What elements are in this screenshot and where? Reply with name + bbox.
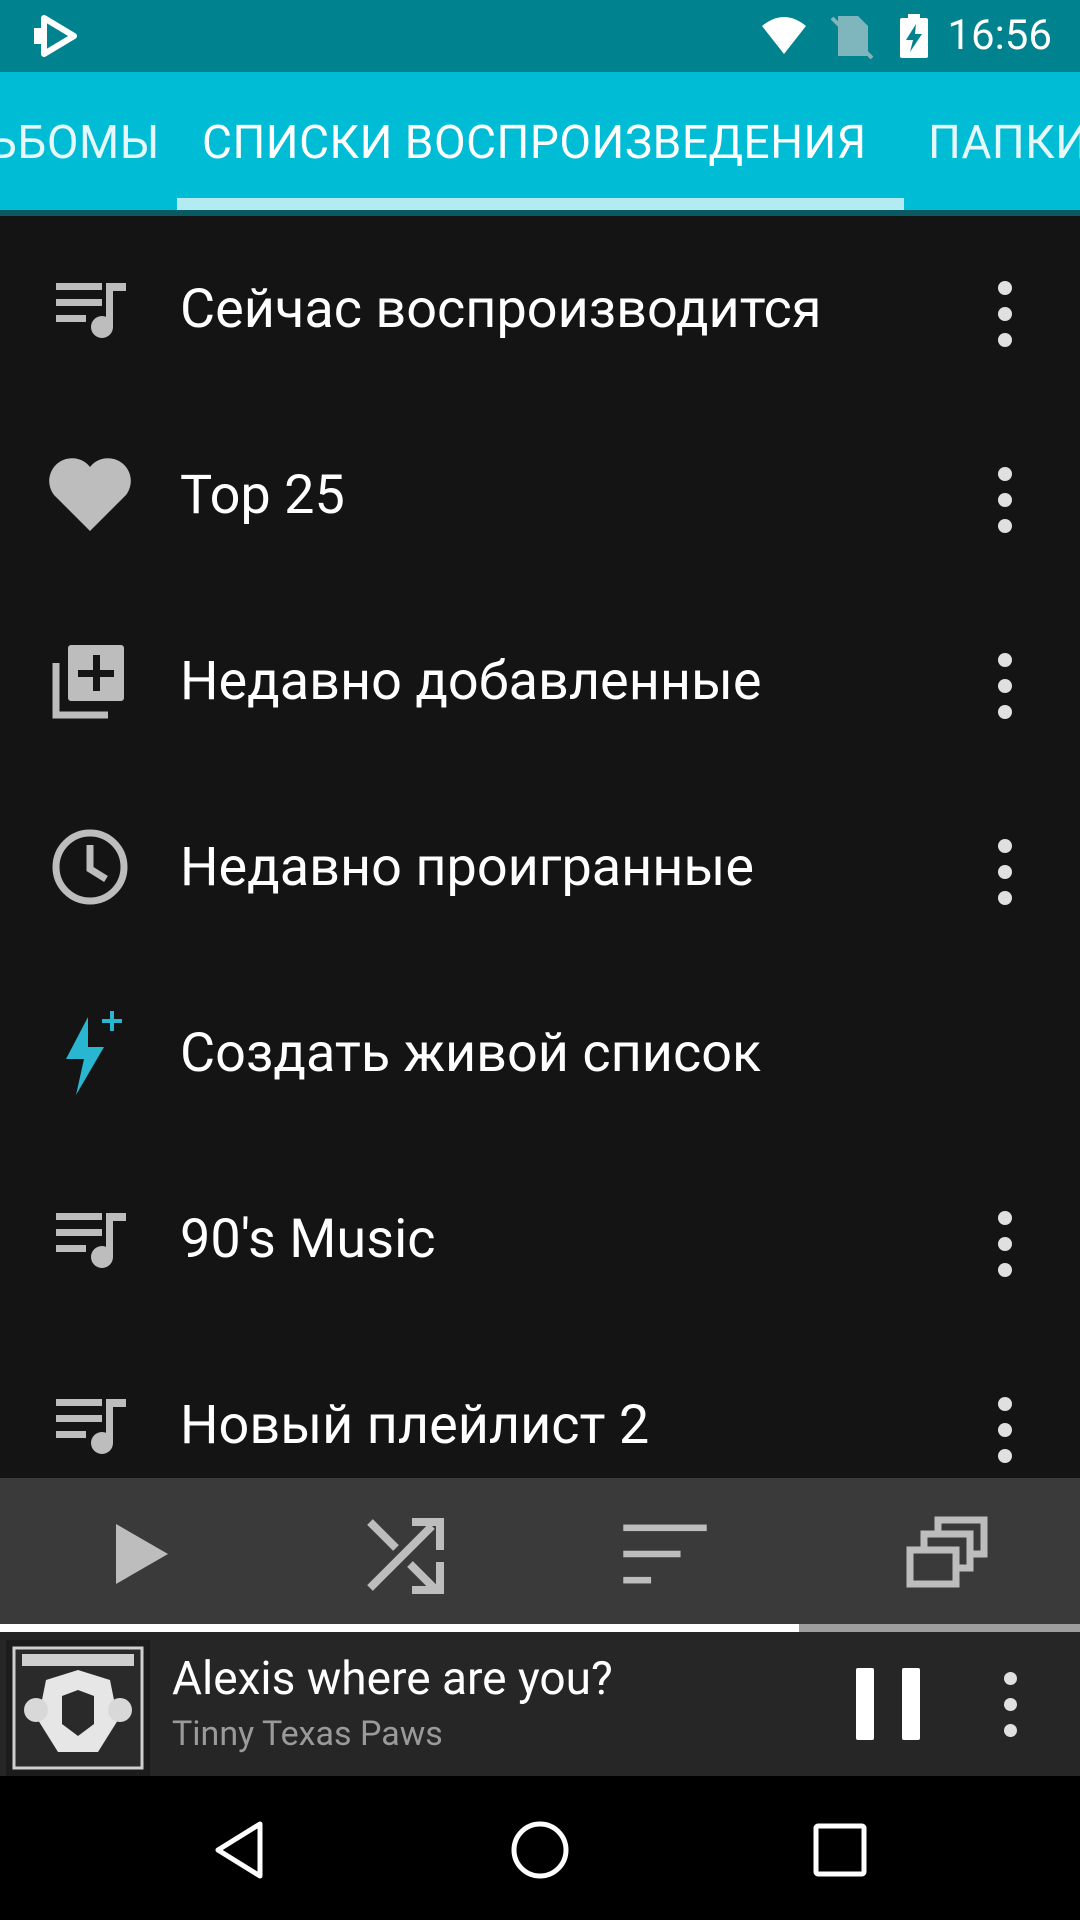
playlist-item-now-playing[interactable]: Сейчас воспроизводится xyxy=(0,216,1080,402)
playlist-list: Сейчас воспроизводится Top 25 Недавно до… xyxy=(0,216,1080,1478)
battery-charging-icon xyxy=(900,14,928,58)
playlist-label: 90's Music xyxy=(180,1208,436,1271)
queue-music-icon xyxy=(56,1399,126,1454)
status-bar: 16:56 xyxy=(0,0,1080,72)
play-icon[interactable] xyxy=(96,1512,186,1596)
album-cover[interactable] xyxy=(6,1640,150,1776)
no-sim-icon xyxy=(830,16,874,60)
tab-bar: ЬБОМЫ СПИСКИ ВОСПРОИЗВЕДЕНИЯ ПАПКИ xyxy=(0,72,1080,214)
heart-icon xyxy=(49,458,131,531)
playlist-label: Создать живой список xyxy=(180,1022,762,1085)
playlist-item-new-playlist-2[interactable]: Новый плейлист 2 xyxy=(0,1332,1080,1478)
progress-fill xyxy=(0,1624,800,1632)
clock-icon xyxy=(52,829,128,905)
track-artist: Tinny Texas Paws xyxy=(172,1714,443,1754)
more-options-icon[interactable] xyxy=(980,1209,1030,1279)
more-options-icon[interactable] xyxy=(980,465,1030,535)
playlist-label: Недавно проигранные xyxy=(180,836,754,899)
more-options-icon[interactable] xyxy=(980,837,1030,907)
more-options-icon[interactable] xyxy=(980,279,1030,349)
view-mode-icon[interactable] xyxy=(904,1512,994,1596)
lightning-plus-icon xyxy=(66,1011,122,1095)
playback-progress-bar[interactable] xyxy=(0,1624,1080,1632)
queue-music-icon xyxy=(56,1213,126,1268)
playlist-label: Сейчас воспроизводится xyxy=(180,278,822,341)
sort-icon[interactable] xyxy=(620,1512,710,1596)
track-title: Alexis where are you? xyxy=(172,1652,613,1706)
playlist-item-create-smart-list[interactable]: Создать живой список xyxy=(0,960,1080,1146)
playlist-item-recently-played[interactable]: Недавно проигранные xyxy=(0,774,1080,960)
more-options-icon[interactable] xyxy=(996,1672,1026,1742)
action-bar xyxy=(0,1478,1080,1624)
back-icon[interactable] xyxy=(208,1818,272,1882)
app-icon xyxy=(34,15,77,57)
playlist-item-90s-music[interactable]: 90's Music xyxy=(0,1146,1080,1332)
library-add-icon xyxy=(52,645,124,719)
more-options-icon[interactable] xyxy=(980,651,1030,721)
playlist-item-top-25[interactable]: Top 25 xyxy=(0,402,1080,588)
more-options-icon[interactable] xyxy=(980,1395,1030,1465)
playlist-item-recently-added[interactable]: Недавно добавленные xyxy=(0,588,1080,774)
shuffle-icon[interactable] xyxy=(360,1512,450,1596)
tab-playlists[interactable]: СПИСКИ ВОСПРОИЗВЕДЕНИЯ xyxy=(202,116,867,170)
navigation-bar xyxy=(0,1776,1080,1920)
now-playing-bar[interactable]: Alexis where are you? Tinny Texas Paws xyxy=(0,1632,1080,1776)
tab-folders[interactable]: ПАПКИ xyxy=(928,116,1080,170)
recents-icon[interactable] xyxy=(808,1818,872,1882)
clock: 16:56 xyxy=(947,11,1052,60)
home-icon[interactable] xyxy=(508,1818,572,1882)
playlist-label: Недавно добавленные xyxy=(180,650,762,713)
playlist-label: Top 25 xyxy=(180,464,345,527)
queue-music-icon xyxy=(56,283,126,338)
playlist-label: Новый плейлист 2 xyxy=(180,1394,650,1457)
wifi-icon xyxy=(762,17,806,54)
pause-icon[interactable] xyxy=(846,1662,930,1746)
tab-albums[interactable]: ЬБОМЫ xyxy=(0,116,160,170)
